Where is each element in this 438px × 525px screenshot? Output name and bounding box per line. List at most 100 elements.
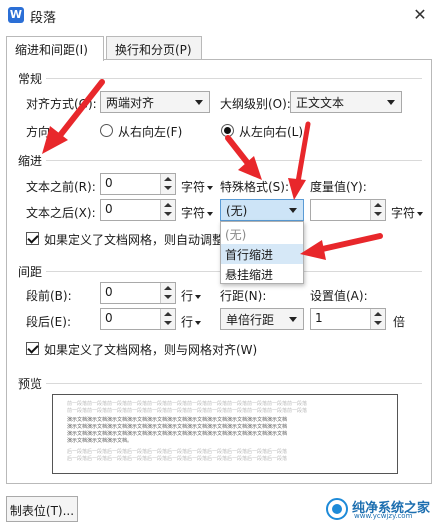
unit-label: 字符 bbox=[391, 206, 416, 220]
preview-sample-line: 演示文档演示文档演示文档演示文档演示文档演示文档演示文档演示文档演示文档演示文档… bbox=[67, 424, 288, 430]
alignment-label: 对齐方式(G): bbox=[26, 97, 97, 111]
indent-before-stepper[interactable]: 0 bbox=[100, 173, 176, 195]
spin-down-icon[interactable] bbox=[374, 212, 382, 216]
special-format-select[interactable]: (无) bbox=[220, 199, 304, 221]
indent-after-value: 0 bbox=[105, 202, 113, 216]
section-general-title: 常规 bbox=[18, 72, 43, 86]
preview-sample-line: 演示文档演示文档演示文档演示文档演示文档演示文档演示文档演示文档演示文档演示文档… bbox=[67, 417, 288, 423]
space-after-label: 段后(E): bbox=[26, 315, 71, 329]
special-format-label: 特殊格式(S): bbox=[220, 180, 290, 194]
setting-unit-label: 倍 bbox=[393, 315, 406, 329]
measure-unit-select[interactable]: 字符 bbox=[391, 204, 424, 221]
indent-before-value: 0 bbox=[105, 176, 113, 190]
chevron-down-icon bbox=[289, 208, 297, 213]
special-format-dropdown: (无) 首行缩进 悬挂缩进 bbox=[220, 221, 304, 284]
preview-next-line: 后一段落后一段落后一段落后一段落后一段落后一段落后一段落后一段落后一段落后一段落… bbox=[67, 456, 288, 462]
section-indent-title: 缩进 bbox=[18, 154, 43, 168]
indent-after-unit-select[interactable]: 字符 bbox=[181, 204, 214, 221]
unit-label: 字符 bbox=[181, 206, 206, 220]
space-after-unit-select[interactable]: 行 bbox=[181, 313, 202, 330]
spin-up-icon[interactable] bbox=[164, 312, 172, 316]
preview-prev-line: 前一段落前一段落前一段落前一段落前一段落前一段落前一段落前一段落前一段落前一段落… bbox=[67, 408, 308, 414]
spin-up-icon[interactable] bbox=[374, 312, 382, 316]
spin-up-icon[interactable] bbox=[164, 203, 172, 207]
dialog-title: 段落 bbox=[30, 11, 57, 26]
caret-down-icon bbox=[207, 185, 214, 190]
setting-value-label: 设置值(A): bbox=[310, 289, 368, 303]
spin-down-icon[interactable] bbox=[164, 212, 172, 216]
space-before-label: 段前(B): bbox=[26, 289, 72, 303]
chevron-down-icon bbox=[387, 100, 395, 105]
spin-buttons[interactable] bbox=[160, 200, 175, 220]
line-spacing-value: 单倍行距 bbox=[226, 313, 275, 327]
caret-down-icon bbox=[195, 294, 202, 299]
tab-stops-button[interactable]: 制表位(T)... bbox=[6, 496, 78, 522]
indent-grid-label[interactable]: 如果定义了文档网格，则自动调整 bbox=[44, 231, 224, 248]
special-format-value: (无) bbox=[226, 204, 248, 218]
caret-down-icon bbox=[417, 211, 424, 216]
tab-line-page-breaks[interactable]: 换行和分页(P) bbox=[106, 36, 202, 60]
outline-level-value: 正文文本 bbox=[296, 96, 345, 110]
indent-before-unit-select[interactable]: 字符 bbox=[181, 178, 214, 195]
site-watermark: 纯净系统之家 www.ycwjzy.com bbox=[326, 494, 436, 524]
section-preview-title: 预览 bbox=[18, 377, 43, 391]
ltr-label[interactable]: 从左向右(L) bbox=[239, 123, 303, 140]
section-divider bbox=[46, 383, 422, 384]
alignment-value: 两端对齐 bbox=[106, 96, 155, 110]
setting-value-stepper[interactable]: 1 bbox=[310, 308, 386, 330]
spin-up-icon[interactable] bbox=[164, 177, 172, 181]
line-spacing-select[interactable]: 单倍行距 bbox=[220, 308, 304, 330]
watermark-logo-icon bbox=[326, 498, 348, 520]
section-divider bbox=[46, 160, 422, 161]
direction-label: 方向: bbox=[26, 125, 55, 139]
spin-buttons[interactable] bbox=[370, 200, 385, 220]
space-before-stepper[interactable]: 0 bbox=[100, 282, 176, 304]
alignment-select[interactable]: 两端对齐 bbox=[100, 91, 210, 113]
preview-prev-line: 前一段落前一段落前一段落前一段落前一段落前一段落前一段落前一段落前一段落前一段落… bbox=[67, 401, 308, 407]
spacing-grid-label[interactable]: 如果定义了文档网格，则与网格对齐(W) bbox=[44, 341, 257, 358]
spin-down-icon[interactable] bbox=[164, 186, 172, 190]
spin-up-icon[interactable] bbox=[164, 286, 172, 290]
space-after-value: 0 bbox=[105, 311, 113, 325]
caret-down-icon bbox=[195, 320, 202, 325]
unit-label: 字符 bbox=[181, 180, 206, 194]
spin-down-icon[interactable] bbox=[374, 321, 382, 325]
dropdown-option-first-line[interactable]: 首行缩进 bbox=[221, 244, 303, 264]
unit-label: 行 bbox=[181, 315, 194, 329]
measure-stepper[interactable] bbox=[310, 199, 386, 221]
spin-buttons[interactable] bbox=[160, 309, 175, 329]
rtl-radio[interactable] bbox=[100, 124, 113, 137]
spin-up-icon[interactable] bbox=[374, 203, 382, 207]
setting-value: 1 bbox=[315, 311, 323, 325]
spin-buttons[interactable] bbox=[160, 174, 175, 194]
chevron-down-icon bbox=[195, 100, 203, 105]
unit-label: 行 bbox=[181, 289, 194, 303]
space-before-unit-select[interactable]: 行 bbox=[181, 287, 202, 304]
indent-after-stepper[interactable]: 0 bbox=[100, 199, 176, 221]
dropdown-option-hanging[interactable]: 悬挂缩进 bbox=[221, 264, 303, 284]
close-icon[interactable]: ✕ bbox=[410, 5, 430, 25]
space-after-stepper[interactable]: 0 bbox=[100, 308, 176, 330]
preview-sample-line: 演示文档演示文档演示文档演示文档演示文档演示文档演示文档演示文档演示文档演示文档… bbox=[67, 431, 288, 437]
chevron-down-icon bbox=[289, 317, 297, 322]
preview-sample-line: 演示文档演示文档演示文档。 bbox=[67, 438, 133, 444]
measure-label: 度量值(Y): bbox=[310, 180, 367, 194]
title-bar: W 段落 ✕ bbox=[0, 0, 438, 30]
dropdown-option-none: (无) bbox=[225, 228, 247, 242]
ltr-radio[interactable] bbox=[221, 124, 234, 137]
outline-level-select[interactable]: 正文文本 bbox=[290, 91, 402, 113]
spin-buttons[interactable] bbox=[370, 309, 385, 329]
spin-down-icon[interactable] bbox=[164, 295, 172, 299]
spin-down-icon[interactable] bbox=[164, 321, 172, 325]
outline-level-label: 大纲级别(O): bbox=[220, 97, 291, 111]
spacing-grid-checkbox[interactable] bbox=[26, 342, 39, 355]
indent-before-label: 文本之前(R): bbox=[26, 180, 96, 194]
rtl-label[interactable]: 从右向左(F) bbox=[118, 123, 182, 140]
indent-grid-checkbox[interactable] bbox=[26, 232, 39, 245]
space-before-value: 0 bbox=[105, 285, 113, 299]
preview-next-line: 后一段落后一段落后一段落后一段落后一段落后一段落后一段落后一段落后一段落后一段落… bbox=[67, 449, 288, 455]
tab-indent-spacing[interactable]: 缩进和间距(I) bbox=[6, 36, 104, 61]
indent-after-label: 文本之后(X): bbox=[26, 206, 96, 220]
line-spacing-label: 行距(N): bbox=[220, 289, 267, 303]
spin-buttons[interactable] bbox=[160, 283, 175, 303]
